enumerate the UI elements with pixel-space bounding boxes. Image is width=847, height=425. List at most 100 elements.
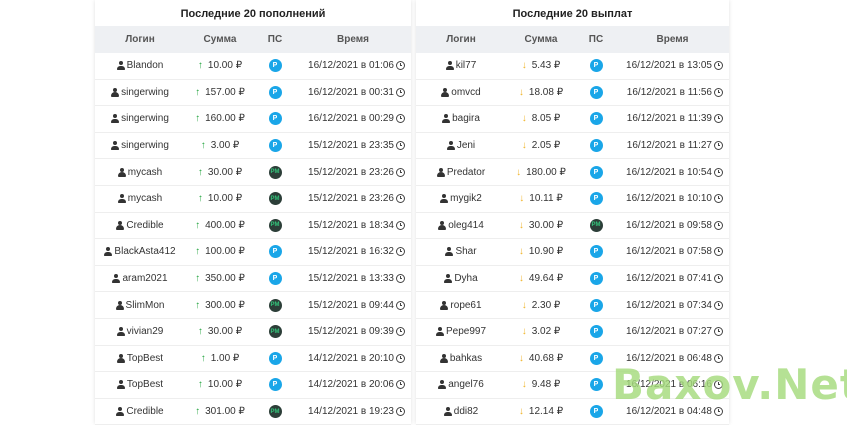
clock-icon — [396, 300, 405, 310]
row-login: omvcd — [416, 87, 506, 98]
time-text: 15/12/2021 в 23:26 — [308, 193, 394, 205]
login-text[interactable]: mycash — [128, 193, 162, 204]
table-row: aram2021 ↑ 350.00 ₽ P 15/12/2021 в 13:33 — [95, 266, 411, 293]
arrow-down-icon: ↓ — [521, 379, 527, 391]
login-text[interactable]: ddi82 — [454, 406, 478, 417]
row-login: Shar — [416, 246, 506, 257]
row-sum: ↑ 400.00 ₽ — [185, 220, 255, 231]
login-text[interactable]: angel76 — [448, 379, 484, 390]
user-icon — [446, 141, 455, 151]
row-sum: ↑ 10.00 ₽ — [185, 193, 255, 204]
row-time: 14/12/2021 в 20:06 — [295, 379, 411, 390]
table-row: singerwing ↑ 3.00 ₽ P 15/12/2021 в 23:35 — [95, 133, 411, 160]
time-text: 16/12/2021 в 11:56 — [626, 86, 712, 98]
login-text[interactable]: Credible — [126, 220, 163, 231]
user-icon — [111, 114, 120, 124]
row-sum: ↑ 30.00 ₽ — [185, 167, 255, 178]
login-text[interactable]: mygik2 — [450, 193, 482, 204]
row-time: 16/12/2021 в 07:41 — [616, 273, 729, 284]
arrow-down-icon: ↓ — [518, 219, 524, 231]
deposits-title: Последние 20 пополнений — [180, 8, 326, 20]
clock-icon — [396, 407, 405, 417]
arrow-up-icon: ↑ — [195, 219, 201, 231]
login-text[interactable]: singerwing — [121, 113, 169, 124]
login-text[interactable]: Shar — [455, 246, 476, 257]
table-row: mycash ↑ 30.00 ₽ PM 15/12/2021 в 23:26 — [95, 159, 411, 186]
arrow-up-icon: ↑ — [195, 113, 201, 125]
login-text[interactable]: rope61 — [450, 300, 481, 311]
login-text[interactable]: singerwing — [121, 87, 169, 98]
payeer-icon: P — [589, 272, 603, 286]
time-text: 16/12/2021 в 00:31 — [308, 86, 394, 98]
payeer-icon: P — [589, 59, 603, 73]
login-text[interactable]: Dyha — [454, 273, 477, 284]
column-ps: ПС — [267, 34, 283, 45]
time-text: 16/12/2021 в 07:41 — [626, 273, 712, 285]
login-text[interactable]: omvcd — [451, 87, 480, 98]
login-text[interactable]: TopBest — [127, 379, 163, 390]
login-text[interactable]: TopBest — [127, 353, 163, 364]
arrow-up-icon: ↑ — [195, 406, 201, 418]
sum-text: 30.00 ₽ — [207, 166, 243, 178]
user-icon — [116, 61, 125, 71]
clock-icon — [714, 114, 723, 124]
clock-icon — [396, 247, 405, 257]
arrow-up-icon: ↑ — [197, 193, 203, 205]
sum-text: 10.11 ₽ — [529, 193, 563, 205]
time-text: 15/12/2021 в 13:33 — [308, 273, 394, 285]
time-text: 15/12/2021 в 18:34 — [308, 219, 394, 231]
login-text[interactable]: Predator — [447, 167, 485, 178]
table-row: Dyha ↓ 49.64 ₽ P 16/12/2021 в 07:41 — [416, 266, 729, 293]
login-text[interactable]: SlimMon — [126, 300, 165, 311]
row-ps: P — [255, 378, 295, 392]
row-login: SlimMon — [95, 300, 185, 311]
sum-text: 30.00 ₽ — [207, 326, 243, 338]
user-icon — [115, 300, 124, 310]
row-time: 16/12/2021 в 07:34 — [616, 300, 729, 311]
row-sum: ↓ 30.00 ₽ — [506, 220, 576, 231]
login-text[interactable]: oleg414 — [448, 220, 484, 231]
login-text[interactable]: bahkas — [450, 353, 482, 364]
login-text[interactable]: Credible — [126, 406, 163, 417]
payeer-icon: P — [589, 245, 603, 259]
clock-icon — [714, 353, 723, 363]
user-icon — [117, 167, 126, 177]
login-text[interactable]: Pepe997 — [446, 326, 486, 337]
row-time: 15/12/2021 в 13:33 — [295, 273, 411, 284]
user-icon — [444, 274, 453, 284]
row-sum: ↑ 3.00 ₽ — [185, 140, 255, 151]
login-text[interactable]: Jeni — [457, 140, 475, 151]
row-login: singerwing — [95, 87, 185, 98]
login-text[interactable]: bagira — [452, 113, 480, 124]
payeer-icon: P — [589, 298, 603, 312]
time-text: 15/12/2021 в 09:44 — [308, 299, 394, 311]
table-row: mycash ↑ 10.00 ₽ PM 15/12/2021 в 23:26 — [95, 186, 411, 213]
time-text: 15/12/2021 в 23:35 — [308, 140, 394, 152]
login-text[interactable]: kil77 — [456, 60, 477, 71]
row-ps: PM — [255, 218, 295, 232]
time-text: 16/12/2021 в 10:54 — [626, 166, 712, 178]
login-text[interactable]: Blandon — [127, 60, 164, 71]
table-row: singerwing ↑ 160.00 ₽ P 16/12/2021 в 00:29 — [95, 106, 411, 133]
row-login: aram2021 — [95, 273, 185, 284]
row-sum: ↑ 100.00 ₽ — [185, 246, 255, 257]
row-login: BlackAsta412 — [95, 246, 185, 257]
login-text[interactable]: vivian29 — [127, 326, 164, 337]
table-row: BlackAsta412 ↑ 100.00 ₽ P 15/12/2021 в 16:32 — [95, 239, 411, 266]
payeer-icon: P — [589, 165, 603, 179]
sum-text: 3.00 ₽ — [210, 140, 240, 152]
table-row: Blandon ↑ 10.00 ₽ P 16/12/2021 в 01:06 — [95, 53, 411, 80]
user-icon — [445, 61, 454, 71]
payeer-icon: P — [589, 405, 603, 419]
clock-icon — [396, 61, 405, 71]
row-time: 16/12/2021 в 07:27 — [616, 326, 729, 337]
row-ps: P — [576, 85, 616, 99]
user-icon — [443, 407, 452, 417]
login-text[interactable]: BlackAsta412 — [114, 246, 175, 257]
clock-icon — [714, 327, 723, 337]
login-text[interactable]: singerwing — [121, 140, 169, 151]
time-text: 16/12/2021 в 13:05 — [626, 60, 712, 72]
login-text[interactable]: mycash — [128, 167, 162, 178]
login-text[interactable]: aram2021 — [122, 273, 167, 284]
row-time: 16/12/2021 в 00:31 — [295, 87, 411, 98]
